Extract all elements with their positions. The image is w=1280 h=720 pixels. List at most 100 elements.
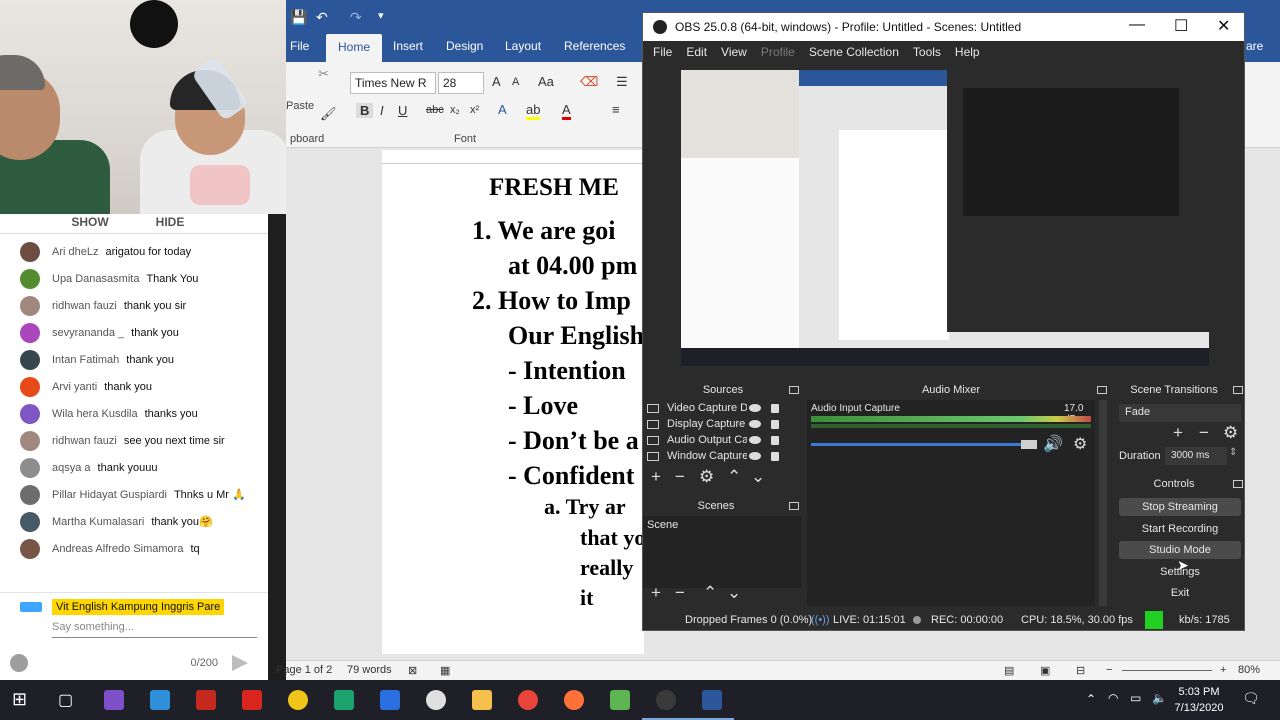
format-painter-icon[interactable]: 🖌: [320, 106, 337, 122]
lock-icon[interactable]: [771, 435, 779, 445]
source-item[interactable]: Audio Output Ca: [647, 432, 787, 448]
underline-icon[interactable]: U: [398, 103, 407, 118]
italic-icon[interactable]: I: [380, 103, 384, 118]
menu-tools[interactable]: Tools: [913, 45, 941, 59]
macro-icon[interactable]: ▦: [440, 664, 450, 677]
menu-edit[interactable]: Edit: [686, 45, 707, 59]
print-layout-icon[interactable]: ▣: [1040, 664, 1050, 677]
mute-speaker-icon[interactable]: 🔊: [1043, 434, 1063, 454]
mixer-scrollbar[interactable]: [1099, 400, 1107, 606]
transitions-undock-icon[interactable]: [1233, 386, 1243, 394]
exit-button[interactable]: Exit: [1119, 584, 1241, 602]
remove-transition-button[interactable]: −: [1199, 423, 1209, 443]
obs-taskbar-icon[interactable]: [656, 690, 676, 710]
chat-show-button[interactable]: SHOW: [50, 214, 130, 233]
photoshop-icon[interactable]: [380, 690, 400, 710]
cut-icon[interactable]: ✂: [318, 66, 329, 82]
chat-author[interactable]: Arvi yanti: [52, 381, 97, 393]
tab-insert[interactable]: Insert: [393, 39, 423, 53]
customize-qat-icon[interactable]: ▾: [378, 9, 384, 22]
close-icon[interactable]: ✕: [1217, 16, 1230, 36]
chat-author[interactable]: ridhwan fauzi: [52, 300, 117, 312]
page-count[interactable]: Page 1 of 2: [276, 664, 332, 676]
menu-view[interactable]: View: [721, 45, 747, 59]
menu-file[interactable]: File: [653, 45, 672, 59]
lock-icon[interactable]: [771, 419, 779, 429]
save-icon[interactable]: 💾: [290, 9, 307, 26]
tab-layout[interactable]: Layout: [505, 39, 541, 53]
add-scene-button[interactable]: +: [651, 583, 661, 603]
chat-author[interactable]: sevyrananda _: [52, 327, 124, 339]
zoom-level[interactable]: 80%: [1238, 664, 1260, 676]
source-item[interactable]: Window Capture: [647, 448, 787, 464]
web-layout-icon[interactable]: ⊟: [1076, 664, 1085, 677]
read-mode-icon[interactable]: ▤: [1004, 664, 1014, 677]
start-recording-button[interactable]: Start Recording: [1119, 520, 1241, 538]
volume-slider-handle[interactable]: [1021, 440, 1037, 449]
notifications-icon[interactable]: 🗨: [1242, 690, 1260, 707]
chat-author[interactable]: Martha Kumalasari: [52, 516, 144, 528]
zoom-in-icon[interactable]: +: [1220, 664, 1226, 676]
visibility-icon[interactable]: [749, 452, 761, 460]
chat-author[interactable]: Pillar Hidayat Guspiardi: [52, 489, 167, 501]
source-settings-gear-icon[interactable]: ⚙: [699, 467, 714, 487]
lock-icon[interactable]: [771, 451, 779, 461]
chat-author[interactable]: aqsya a: [52, 462, 91, 474]
file-explorer-icon[interactable]: [472, 690, 492, 710]
green-app-icon[interactable]: [334, 690, 354, 710]
chat-hide-button[interactable]: HIDE: [130, 214, 210, 233]
move-down-icon[interactable]: ⌄: [751, 467, 765, 487]
change-case-icon[interactable]: Aa: [538, 74, 554, 89]
chat-author[interactable]: Upa Danasasmita: [52, 273, 139, 285]
mixer-undock-icon[interactable]: [1097, 386, 1107, 394]
chat-author[interactable]: Wila hera Kusdila: [52, 408, 138, 420]
stop-streaming-button[interactable]: Stop Streaming: [1119, 498, 1241, 516]
menu-profile[interactable]: Profile: [761, 45, 795, 59]
clock[interactable]: 5:03 PM 7/13/2020: [1166, 684, 1232, 716]
source-item[interactable]: Video Capture De: [647, 400, 787, 416]
font-size-select[interactable]: 28: [438, 72, 484, 94]
add-transition-button[interactable]: +: [1173, 423, 1183, 443]
source-item[interactable]: Display Capture: [647, 416, 787, 432]
align-left-icon[interactable]: ≡: [612, 102, 620, 117]
mixer-gear-icon[interactable]: ⚙: [1073, 434, 1087, 454]
volume-slider[interactable]: [811, 443, 1037, 446]
transition-select[interactable]: Fade: [1119, 404, 1241, 422]
bullets-icon[interactable]: ☰: [616, 74, 628, 90]
zoom-out-icon[interactable]: −: [1106, 664, 1112, 676]
remove-source-button[interactable]: −: [675, 467, 685, 487]
text-effects-icon[interactable]: A: [498, 102, 507, 117]
chrome-icon[interactable]: [518, 690, 538, 710]
transition-gear-icon[interactable]: ⚙: [1223, 423, 1238, 443]
highlight-icon[interactable]: ab: [526, 102, 541, 120]
mail-icon[interactable]: [150, 690, 170, 710]
chat-author[interactable]: Andreas Alfredo Simamora: [52, 543, 183, 555]
chat-message-input[interactable]: Say something...: [52, 621, 257, 638]
duration-input[interactable]: 3000 ms: [1165, 447, 1227, 465]
chat-author[interactable]: Ari dheLz: [52, 246, 98, 258]
menu-help[interactable]: Help: [955, 45, 980, 59]
volume-icon[interactable]: 🔈: [1152, 691, 1167, 705]
word-taskbar-icon[interactable]: [702, 690, 722, 710]
word-count[interactable]: 79 words: [347, 664, 392, 676]
android-app-icon[interactable]: [610, 690, 630, 710]
visibility-icon[interactable]: [749, 404, 761, 412]
proofing-icon[interactable]: ⊠: [408, 664, 417, 677]
share-button[interactable]: are: [1246, 39, 1263, 53]
send-icon[interactable]: [232, 655, 248, 671]
redo-icon[interactable]: ↷: [350, 9, 362, 26]
acrobat-icon[interactable]: [242, 690, 262, 710]
scene-item[interactable]: Scene: [643, 516, 801, 534]
bold-icon[interactable]: B: [356, 103, 374, 118]
controls-undock-icon[interactable]: [1233, 480, 1243, 488]
font-color-icon[interactable]: A: [562, 102, 571, 120]
font-name-select[interactable]: Times New R: [350, 72, 436, 94]
lock-icon[interactable]: [771, 403, 779, 413]
scene-up-icon[interactable]: ⌃: [703, 583, 717, 603]
grow-font-icon[interactable]: A: [492, 74, 501, 89]
emoji-icon[interactable]: [10, 654, 28, 672]
tab-file[interactable]: File: [290, 39, 309, 53]
obs-preview[interactable]: [681, 70, 1209, 366]
sources-undock-icon[interactable]: [789, 386, 799, 394]
chat-author[interactable]: ridhwan fauzi: [52, 435, 117, 447]
